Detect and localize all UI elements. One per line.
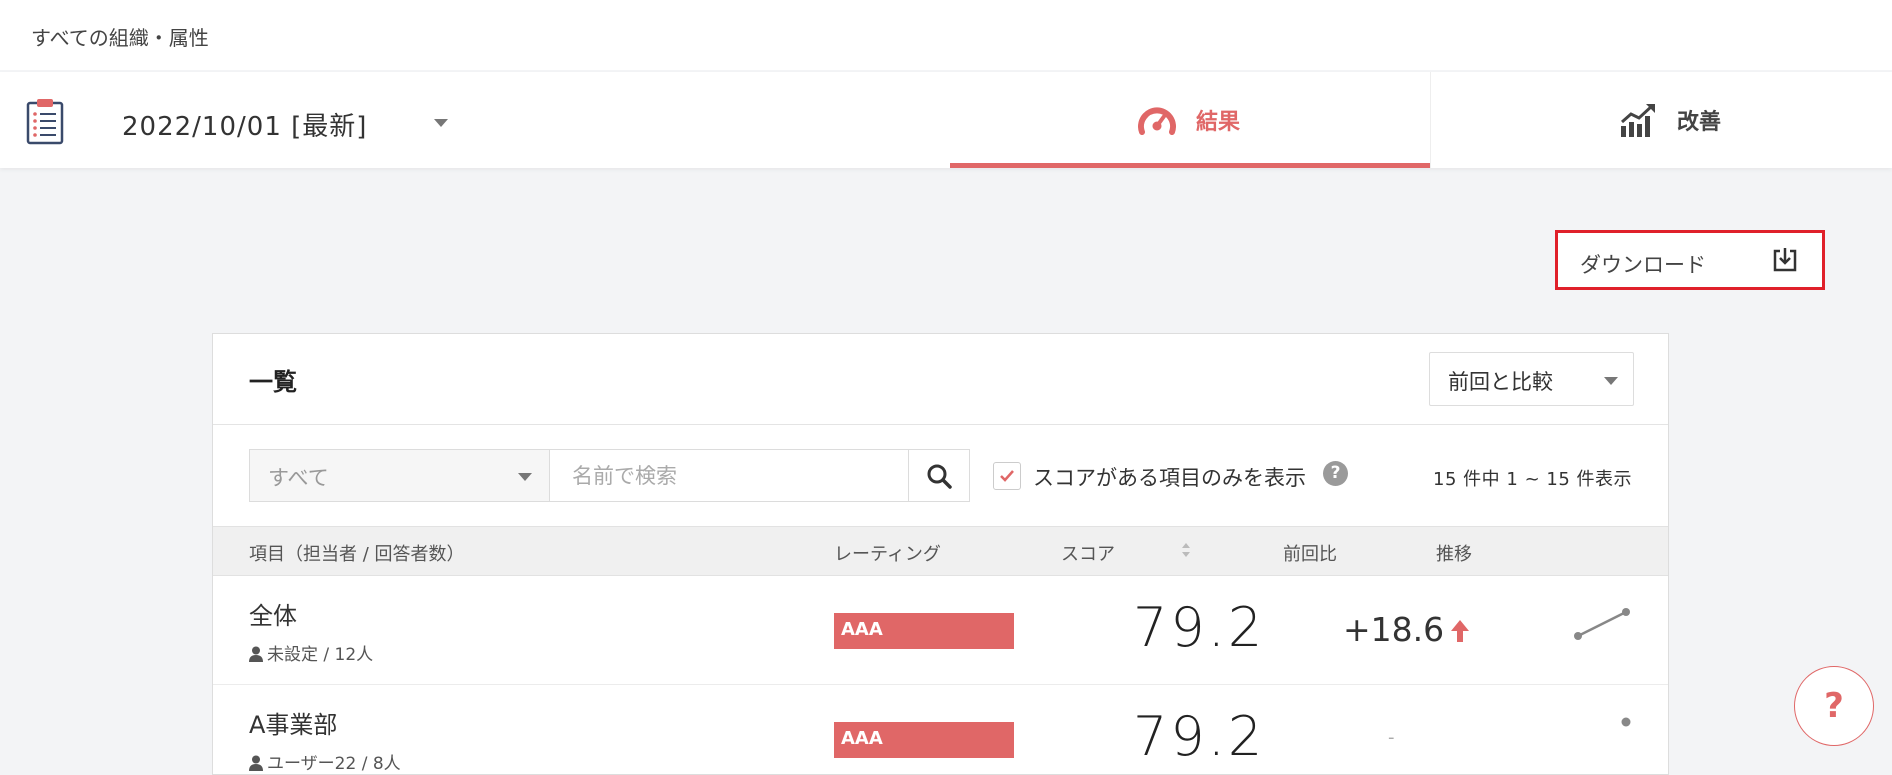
check-icon (1000, 470, 1014, 482)
score-only-checkbox[interactable] (993, 462, 1021, 490)
search-input[interactable] (549, 449, 909, 502)
help-icon[interactable]: ? (1323, 461, 1348, 486)
breadcrumb[interactable]: すべての組織・属性 (31, 22, 209, 51)
chevron-down-icon (434, 119, 448, 127)
download-icon (1773, 248, 1797, 272)
trend-point-icon (1621, 717, 1631, 727)
header-bar: 2022/10/01 [最新] 結果 改善 (0, 72, 1892, 168)
list-card: 一覧 前回と比較 すべて スコアがある項目のみを表示 ? 15 件中 1 ~ 1… (212, 333, 1669, 775)
row-meta-text: 未設定 / 12人 (267, 645, 374, 665)
tab-improve-label: 改善 (1677, 110, 1722, 135)
score-only-checkbox-label[interactable]: スコアがある項目のみを表示 (1033, 462, 1306, 492)
trend-line-icon (1574, 608, 1630, 640)
category-select[interactable]: すべて (249, 449, 549, 502)
chevron-down-icon (518, 473, 532, 481)
card-title: 一覧 (249, 368, 297, 396)
search-icon (927, 464, 952, 489)
date-select-value: 2022/10/01 [最新] (122, 112, 368, 142)
table-row[interactable]: A事業部 ユーザー22 / 8人 AAA 79.2 - (213, 685, 1668, 774)
clipboard-icon (26, 99, 64, 145)
row-meta: 未設定 / 12人 (249, 640, 373, 665)
compare-select-value: 前回と比較 (1448, 370, 1553, 394)
tab-results-label: 結果 (1196, 110, 1241, 135)
diff-value: - (1388, 727, 1395, 748)
column-header-trend: 推移 (1436, 544, 1472, 565)
help-button[interactable]: ? (1794, 666, 1874, 746)
download-button-label: ダウンロード (1580, 253, 1706, 277)
column-header-score[interactable]: スコア (1061, 540, 1115, 566)
compare-select[interactable]: 前回と比較 (1429, 352, 1634, 406)
table-row[interactable]: 全体 未設定 / 12人 AAA 79.2 +18.6 (213, 576, 1668, 685)
search-button[interactable] (909, 449, 970, 502)
arrow-up-icon (1451, 620, 1469, 642)
diff-value: +18.6 (1343, 610, 1445, 649)
breadcrumb-bar: すべての組織・属性 (0, 0, 1892, 70)
sort-icon[interactable] (1181, 540, 1191, 560)
row-meta-text: ユーザー22 / 8人 (267, 754, 401, 774)
user-icon (249, 755, 263, 771)
category-select-value: すべて (268, 466, 329, 490)
divider (213, 424, 1668, 425)
row-meta: ユーザー22 / 8人 (249, 749, 401, 774)
date-select[interactable]: 2022/10/01 [最新] (120, 102, 460, 142)
chevron-down-icon (1604, 377, 1618, 385)
growth-chart-icon (1621, 104, 1655, 137)
column-header-rating: レーティング (834, 544, 941, 565)
user-icon (249, 646, 263, 662)
download-button[interactable]: ダウンロード (1555, 230, 1825, 290)
row-name: 全体 (249, 602, 297, 630)
score-value: 79.2 (1133, 705, 1266, 768)
result-count: 15 件中 1 ~ 15 件表示 (1433, 469, 1632, 490)
column-header-item: 項目（担当者 / 回答者数） (249, 544, 465, 565)
row-name: A事業部 (249, 711, 338, 739)
rating-badge: AAA (834, 613, 1014, 649)
rating-badge: AAA (834, 722, 1014, 758)
column-header-diff: 前回比 (1283, 544, 1337, 565)
score-value: 79.2 (1133, 596, 1266, 659)
tab-results[interactable]: 結果 (950, 72, 1430, 168)
tab-improve[interactable]: 改善 (1430, 72, 1892, 168)
speedometer-icon (1138, 107, 1176, 135)
table-header: 項目（担当者 / 回答者数） レーティング スコア 前回比 推移 (213, 526, 1668, 576)
